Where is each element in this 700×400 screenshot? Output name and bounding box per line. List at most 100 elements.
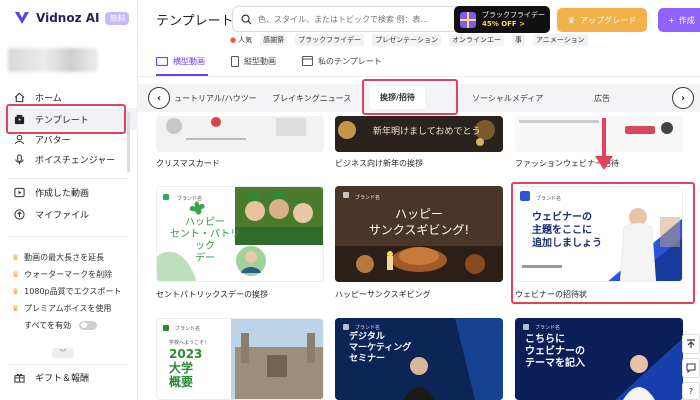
gift-box-icon xyxy=(460,11,476,28)
card-overlay-text: ハッピー サンクスギビング! xyxy=(368,207,470,237)
highlight-box-category xyxy=(362,79,458,115)
template-card-st-patricks[interactable]: ブランド名 ハッピー セント・パトリック デー xyxy=(156,186,324,282)
category-social-media[interactable]: ソーシャルメディア xyxy=(472,93,543,104)
tag-chip[interactable]: オンラインエー xyxy=(448,34,504,46)
crown-icon: ♛ xyxy=(12,253,20,262)
highlight-box-webinar-card xyxy=(511,182,695,304)
search-box[interactable] xyxy=(232,6,460,32)
card-overlay-text: こちらに ウェビナーの テーマを記入 xyxy=(525,334,585,369)
template-card-new-year[interactable]: 新年明けましておめでとう xyxy=(335,116,503,152)
sidebar-item-my-files[interactable]: マイファイル xyxy=(0,203,138,225)
sidebar-item-my-videos[interactable]: 作成した動画 xyxy=(0,181,138,203)
brand-name: ブランド名 xyxy=(177,196,203,202)
sidebar-item-label: ホーム xyxy=(35,93,62,104)
premium-item[interactable]: ♛ ウォーターマークを削除 xyxy=(0,266,138,283)
crown-icon: ♛ xyxy=(12,304,20,313)
gift-icon xyxy=(13,371,25,383)
hot-text: 人気 xyxy=(238,36,253,44)
template-card-marketing-seminar[interactable]: ブランド名 デジタル マーケティング セミナー xyxy=(335,318,503,400)
app-name: Vidnoz AI xyxy=(36,11,100,25)
divider xyxy=(8,364,128,365)
sidebar-item-gift[interactable]: ギフト＆報酬 xyxy=(0,366,138,388)
card-title: ハッピーサンクスギビング xyxy=(335,290,431,299)
help-button[interactable]: ? xyxy=(682,382,700,400)
tag-chip[interactable]: 事 xyxy=(511,34,525,46)
card-subtext: 学校へようこそ！ xyxy=(169,340,210,346)
enable-all-row: すべてを有効 xyxy=(0,317,138,333)
chevron-right-icon[interactable]: › xyxy=(672,87,694,109)
premium-features: ♛ 動画の最大長さを延長 ♛ ウォーターマークを削除 ♛ 1080p品質でエクスポート… xyxy=(0,249,138,333)
collapse-button[interactable]: ﹀ xyxy=(52,348,74,358)
user-info-blurred xyxy=(8,48,98,72)
category-ads[interactable]: 広告 xyxy=(594,93,610,104)
search-input[interactable] xyxy=(258,14,448,24)
help-icon: ? xyxy=(688,386,694,396)
card-overlay-text: 2023 大学 概要 xyxy=(169,347,203,389)
page-title: テンプレート xyxy=(156,14,234,29)
sidebar-item-label: マイファイル xyxy=(35,210,90,221)
promo-title: ブラックフライデー xyxy=(482,10,545,19)
active-tab-indicator xyxy=(156,74,208,76)
video-icon xyxy=(13,186,25,198)
sidebar-item-label: ギフト＆報酬 xyxy=(35,373,90,384)
premium-item[interactable]: ♛ 動画の最大長さを延長 xyxy=(0,249,138,266)
fashion-thumbnail xyxy=(515,116,683,152)
template-card-christmas[interactable] xyxy=(156,116,324,152)
tab-my-templates[interactable]: 私のテンプレート xyxy=(302,54,382,68)
annotation-arrow-shaft xyxy=(602,118,606,158)
premium-item[interactable]: ♛ 1080p品質でエクスポート xyxy=(0,283,138,300)
my-template-icon xyxy=(302,56,313,66)
vidnoz-logo-icon xyxy=(15,12,29,24)
tag-chip[interactable]: 感謝祭 xyxy=(260,34,288,46)
card-title: セントパトリックスデーの挨拶 xyxy=(156,290,268,299)
template-card-university[interactable]: ブランド名 学校へようこそ！ 2023 大学 概要 xyxy=(156,318,324,400)
brand-name: ブランド名 xyxy=(355,325,381,331)
fire-icon: ● xyxy=(230,36,237,44)
sidebar-scrollbar[interactable] xyxy=(127,112,130,172)
plan-badge: 無料 xyxy=(105,11,130,25)
enable-all-label: すべてを有効 xyxy=(24,320,71,330)
chevron-down-icon: ﹀ xyxy=(59,349,67,357)
highlight-box-template xyxy=(6,104,126,134)
plus-icon: + xyxy=(668,15,675,25)
crown-icon: ♛ xyxy=(12,270,20,279)
premium-item[interactable]: ♛ プレミアムボイスを使用 xyxy=(0,300,138,317)
tag-chip[interactable]: ブラックフライデー xyxy=(295,34,365,46)
premium-item-label: ウォーターマークを削除 xyxy=(24,270,113,279)
category-breaking-news[interactable]: ブレイキングニュース xyxy=(272,93,351,104)
black-friday-promo[interactable]: ブラックフライデー 45% OFF > xyxy=(454,6,550,33)
premium-item-label: 1080p品質でエクスポート xyxy=(24,287,122,296)
create-button[interactable]: + 作成 xyxy=(658,8,700,32)
template-card-thanksgiving[interactable]: ブランド名 ハッピー サンクスギビング! xyxy=(335,186,503,282)
logo[interactable]: Vidnoz AI 無料 xyxy=(14,10,130,26)
sidebar-item-label: 作成した動画 xyxy=(35,188,90,199)
chevron-left-icon[interactable]: ‹ xyxy=(148,87,170,109)
enable-all-toggle[interactable] xyxy=(78,320,97,330)
orientation-tabs: 横型動画 縦型動画 私のテンプレート xyxy=(156,54,382,68)
avatar-icon xyxy=(13,133,25,145)
tag-chip[interactable]: プレゼンテーション xyxy=(372,34,441,46)
chat-button[interactable] xyxy=(682,358,700,378)
tab-horizontal[interactable]: 横型動画 xyxy=(156,54,205,68)
template-card-fashion-webinar[interactable] xyxy=(515,116,683,152)
app-root: Vidnoz AI 無料 ホーム テンプレート アバター ボイスチェンジャー 作… xyxy=(0,0,700,400)
category-tutorial[interactable]: ュートリアル/ハウツー xyxy=(174,93,257,104)
tag-chip[interactable]: アニメーション xyxy=(532,34,588,46)
upgrade-label: アップグレード xyxy=(580,15,637,25)
tab-label: 私のテンプレート xyxy=(318,56,382,66)
voice-changer-icon xyxy=(13,153,25,165)
tab-vertical[interactable]: 縦型動画 xyxy=(231,54,276,68)
arrow-up-icon xyxy=(687,339,695,348)
tab-label: 横型動画 xyxy=(173,56,205,66)
divider xyxy=(8,178,128,179)
sidebar-item-voice-changer[interactable]: ボイスチェンジャー xyxy=(0,148,138,170)
horizontal-video-icon xyxy=(156,56,168,66)
card-overlay-text: ハッピー セント・パトリック デー xyxy=(169,217,241,264)
chat-icon xyxy=(686,363,696,373)
brand-name: ブランド名 xyxy=(175,326,201,332)
upgrade-button[interactable]: ♛ アップグレード xyxy=(557,8,647,32)
home-icon xyxy=(13,91,25,103)
back-to-top-button[interactable] xyxy=(682,334,700,354)
premium-item-label: プレミアムボイスを使用 xyxy=(24,304,112,313)
template-card-webinar-theme[interactable]: ブランド名 こちらに ウェビナーの テーマを記入 xyxy=(515,318,683,400)
